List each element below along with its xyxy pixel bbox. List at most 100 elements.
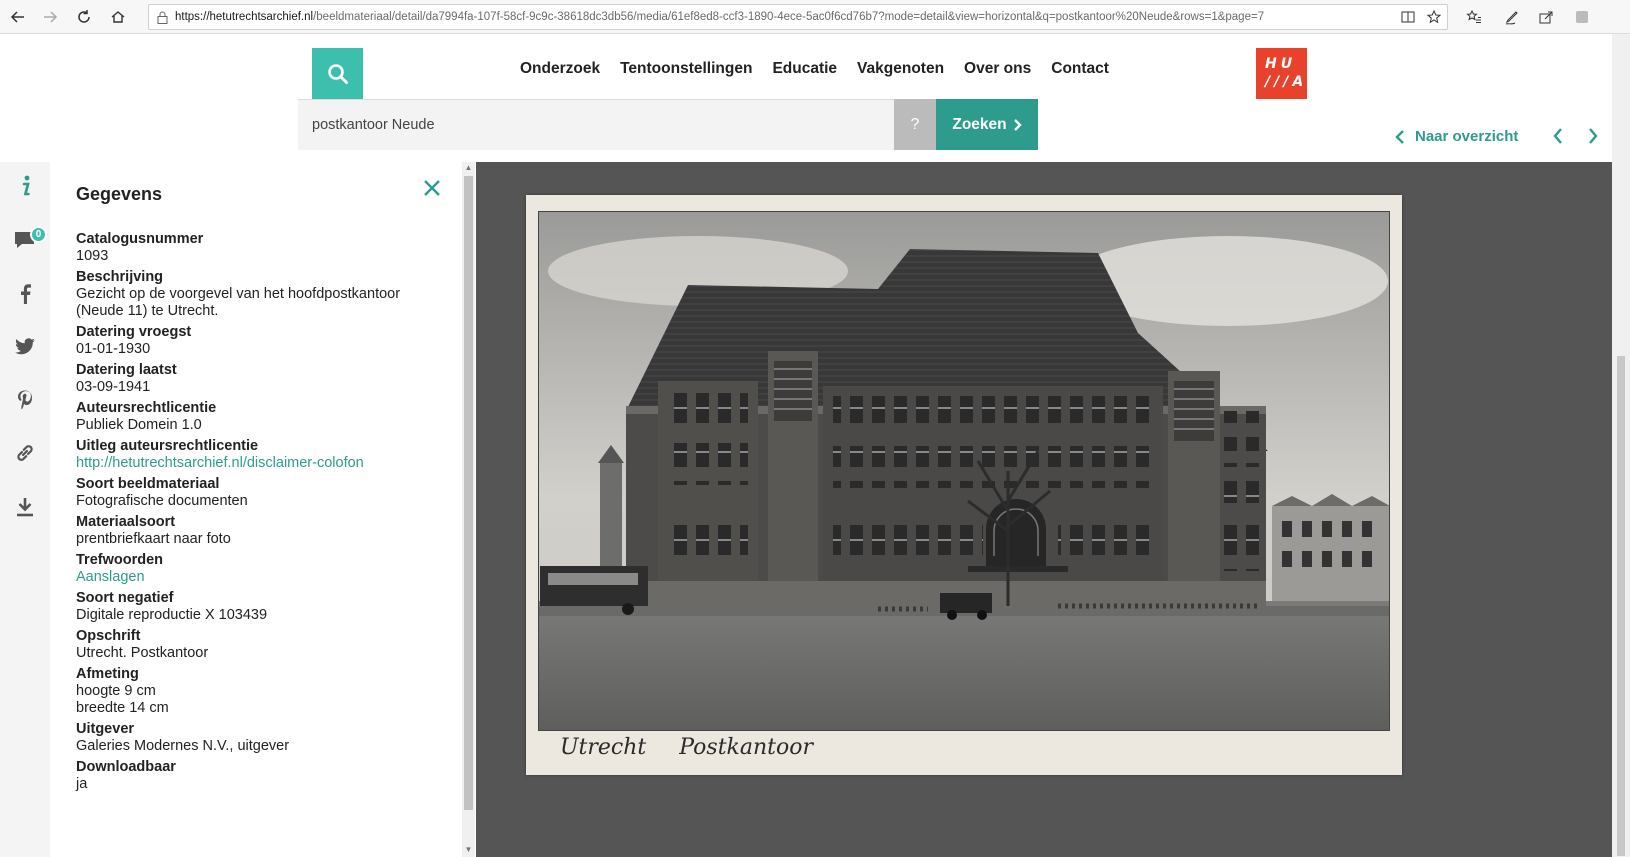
- hua-logo[interactable]: HU ///A: [1256, 48, 1307, 99]
- field-value: 03-09-1941: [76, 379, 151, 395]
- field-label: Auteursrechtlicentie: [76, 400, 217, 416]
- details-panel: Gegevens Catalogusnummer 1093 Beschrijving…: [50, 162, 462, 857]
- share-facebook-button[interactable]: [0, 276, 50, 312]
- field-label: Opschrift: [76, 628, 141, 644]
- field-value: Galeries Modernes N.V., uitgever: [76, 738, 290, 754]
- metadata-field: Afmeting hoogte 9 cm breedte 14 cm: [76, 666, 436, 717]
- nav-over-ons[interactable]: Over ons: [964, 57, 1031, 81]
- field-link[interactable]: Aanslagen: [76, 569, 436, 586]
- metadata-field: Downloadbaar ja: [76, 759, 436, 793]
- metadata-field: Beschrijving Gezicht op de voorgevel van …: [76, 269, 436, 320]
- field-value: Fotografische documenten: [76, 493, 248, 509]
- metadata-field: Soort beeldmateriaal Fotografische docume…: [76, 476, 436, 510]
- metadata-field: Catalogusnummer 1093: [76, 231, 436, 265]
- search-input[interactable]: [298, 100, 894, 150]
- browser-toolbar: https://hetutrechtsarchief.nl/beeldmater…: [0, 0, 1630, 34]
- metadata-field: Trefwoorden Aanslagen: [76, 552, 436, 586]
- field-label: Soort negatief: [76, 590, 174, 606]
- share-twitter-button[interactable]: [0, 329, 50, 365]
- search-bar: [298, 99, 894, 150]
- share-pinterest-button[interactable]: [0, 382, 50, 418]
- panel-title: Gegevens: [76, 184, 163, 204]
- metadata-field: Opschrift Utrecht. Postkantoor: [76, 628, 436, 662]
- search-help-button[interactable]: ?: [894, 99, 936, 150]
- field-label: Materiaalsoort: [76, 514, 176, 530]
- share-icon[interactable]: [1534, 5, 1558, 29]
- favorites-icon[interactable]: [1462, 5, 1486, 29]
- field-value: Utrecht. Postkantoor: [76, 645, 209, 661]
- panel-scrollbar[interactable]: ▲ ▼: [462, 162, 475, 857]
- field-value: prentbriefkaart naar foto: [76, 531, 231, 547]
- field-value: (Neude 11) te Utrecht.: [76, 303, 219, 319]
- metadata-list: Catalogusnummer 1093 Beschrijving Gezicht o…: [76, 231, 436, 797]
- field-label: Afmeting: [76, 666, 139, 682]
- search-submit-button[interactable]: Zoeken: [936, 99, 1038, 150]
- back-to-overview-link[interactable]: Naar overzicht: [1395, 128, 1518, 145]
- url-text: https://hetutrechtsarchief.nl/beeldmater…: [175, 11, 1265, 23]
- link-icon: [17, 445, 33, 461]
- home-icon[interactable]: [106, 5, 130, 29]
- extension-icon[interactable]: [1570, 5, 1594, 29]
- field-label: Datering laatst: [76, 362, 177, 378]
- comment-count-badge: 0: [30, 226, 47, 243]
- info-icon: [22, 175, 30, 196]
- field-value: 01-01-1930: [76, 341, 151, 357]
- main-navigation: Onderzoek Tentoonstellingen Educatie Vak…: [520, 57, 1129, 81]
- nav-educatie[interactable]: Educatie: [772, 57, 837, 81]
- close-icon: [424, 180, 440, 196]
- logo-line-1: HU: [1265, 56, 1297, 72]
- forward-icon[interactable]: [38, 5, 62, 29]
- field-label: Uitgever: [76, 721, 135, 737]
- field-value: ja: [76, 776, 88, 792]
- field-value: Digitale reproductie X 103439: [76, 607, 268, 623]
- field-label: Uitleg auteursrechtlicentie: [76, 438, 259, 454]
- field-value: breedte 14 cm: [76, 700, 169, 716]
- panel-scroll-thumb[interactable]: [464, 176, 473, 810]
- info-tab[interactable]: [0, 168, 50, 204]
- field-value: Gezicht op de voorgevel van het hoofdpos…: [76, 286, 401, 302]
- nav-contact[interactable]: Contact: [1051, 57, 1109, 81]
- postcard-image[interactable]: Utrecht Postkantoor: [526, 195, 1402, 775]
- search-icon: [327, 63, 348, 84]
- postoffice-photo: [538, 211, 1390, 731]
- close-panel-button[interactable]: [422, 178, 442, 203]
- lock-icon: [149, 11, 175, 24]
- side-action-rail: 0: [0, 162, 50, 857]
- nav-tentoonstellingen[interactable]: Tentoonstellingen: [620, 57, 752, 81]
- nav-vakgenoten[interactable]: Vakgenoten: [857, 57, 944, 81]
- field-value: Publiek Domein 1.0: [76, 417, 202, 433]
- favorite-star-icon[interactable]: [1421, 10, 1447, 24]
- refresh-icon[interactable]: [72, 5, 96, 29]
- previous-item-button[interactable]: [1552, 127, 1564, 150]
- metadata-field: Auteursrechtlicentie Publiek Domein 1.0: [76, 400, 436, 434]
- metadata-field: Soort negatief Digitale reproductie X 103…: [76, 590, 436, 624]
- field-label: Datering vroegst: [76, 324, 192, 340]
- field-label: Beschrijving: [76, 269, 164, 285]
- copy-link-button[interactable]: [0, 435, 50, 471]
- next-item-button[interactable]: [1587, 127, 1599, 150]
- metadata-field: Datering vroegst 01-01-1930: [76, 324, 436, 358]
- pen-icon[interactable]: [1500, 5, 1524, 29]
- download-icon: [17, 498, 33, 517]
- search-toggle-button[interactable]: [312, 48, 363, 99]
- chevron-right-icon: [1589, 128, 1598, 144]
- nav-onderzoek[interactable]: Onderzoek: [520, 57, 600, 81]
- field-value: hoogte 9 cm: [76, 683, 156, 699]
- comments-tab[interactable]: 0: [0, 222, 50, 258]
- twitter-icon: [15, 338, 35, 355]
- page-scrollbar[interactable]: [1612, 34, 1630, 857]
- back-icon[interactable]: [6, 5, 30, 29]
- metadata-field: Materiaalsoort prentbriefkaart naar foto: [76, 514, 436, 548]
- metadata-field: Uitgever Galeries Modernes N.V., uitgever: [76, 721, 436, 755]
- field-value: 1093: [76, 248, 109, 264]
- address-bar[interactable]: https://hetutrechtsarchief.nl/beeldmater…: [148, 4, 1448, 30]
- chevron-left-icon: [1395, 129, 1404, 144]
- scroll-down-arrow-icon[interactable]: ▼: [464, 845, 473, 855]
- reader-view-icon[interactable]: [1395, 10, 1421, 24]
- postcard-caption: Utrecht Postkantoor: [560, 735, 813, 760]
- field-label: Downloadbaar: [76, 759, 176, 775]
- download-button[interactable]: [0, 489, 50, 525]
- field-link[interactable]: http://hetutrechtsarchief.nl/disclaimer-…: [76, 455, 436, 472]
- scroll-up-arrow-icon[interactable]: ▲: [464, 163, 473, 173]
- page-scroll-thumb[interactable]: [1617, 356, 1625, 856]
